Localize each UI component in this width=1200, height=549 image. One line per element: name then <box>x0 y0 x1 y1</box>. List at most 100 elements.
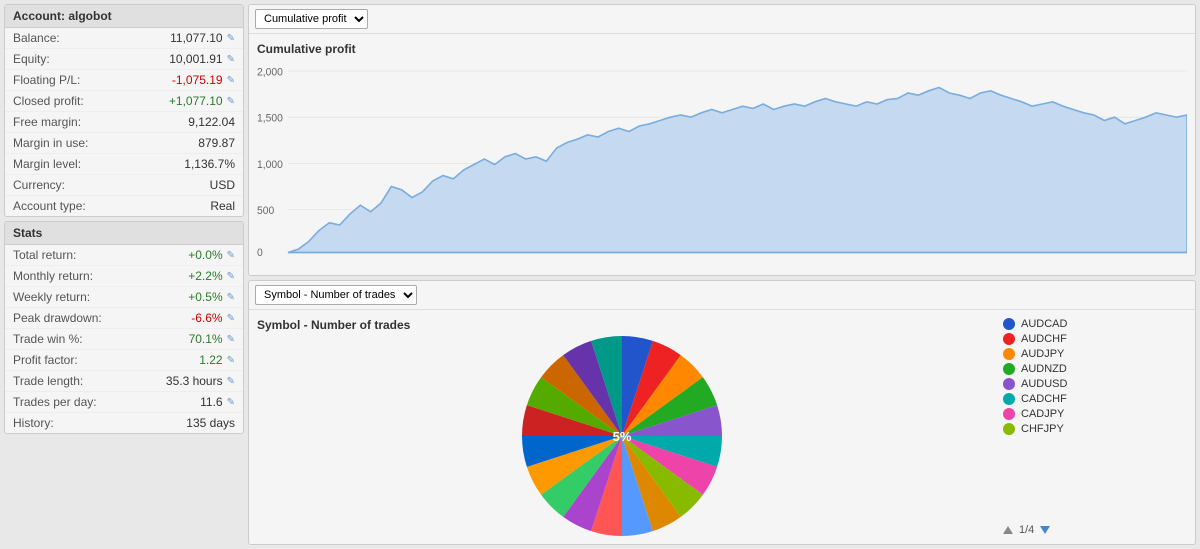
row-label: Total return: <box>13 248 76 262</box>
bottom-chart-content: Symbol - Number of trades <box>249 310 1195 544</box>
row-value: -1,075.19✎ <box>172 73 235 87</box>
row-value: +0.0%✎ <box>188 248 235 262</box>
edit-icon[interactable]: ✎ <box>227 54 235 65</box>
legend-label: CADCHF <box>1021 393 1067 405</box>
svg-text:5%: 5% <box>613 429 632 444</box>
legend-item: CADCHF <box>1003 393 1187 405</box>
row-label: Trades per day: <box>13 395 97 409</box>
row-value: 70.1%✎ <box>189 332 235 346</box>
top-chart-section: Cumulative profitDaily profitMonthly pro… <box>248 4 1196 276</box>
legend-label: AUDJPY <box>1021 348 1064 360</box>
svg-text:1,500: 1,500 <box>257 112 283 124</box>
stats-title: Stats <box>5 222 243 245</box>
top-chart-header: Cumulative profitDaily profitMonthly pro… <box>249 5 1195 34</box>
top-chart-container: Cumulative profit 2,000 1,500 1,000 500 … <box>249 34 1195 275</box>
legend-item: AUDNZD <box>1003 363 1187 375</box>
row-label: Trade length: <box>13 374 83 388</box>
account-row: Currency: USD <box>5 175 243 196</box>
account-panel: Account: algobot Balance: 11,077.10✎ Equit… <box>4 4 244 217</box>
edit-icon[interactable]: ✎ <box>227 292 235 303</box>
svg-text:2,000: 2,000 <box>257 66 283 78</box>
edit-icon[interactable]: ✎ <box>227 33 235 44</box>
row-value: 35.3 hours✎ <box>166 374 235 388</box>
pagination: 1/4 <box>1003 524 1187 536</box>
account-row: Margin level: 1,136.7% <box>5 154 243 175</box>
row-label: Profit factor: <box>13 353 78 367</box>
page-prev-arrow[interactable] <box>1003 526 1013 534</box>
stats-row: Total return: +0.0%✎ <box>5 245 243 266</box>
edit-icon[interactable]: ✎ <box>227 96 235 107</box>
legend-item: AUDCHF <box>1003 333 1187 345</box>
stats-row: Trade length: 35.3 hours✎ <box>5 371 243 392</box>
legend-item: CADJPY <box>1003 408 1187 420</box>
account-row: Margin in use: 879.87 <box>5 133 243 154</box>
row-value: 11,077.10✎ <box>170 31 235 45</box>
pie-chart: 5% <box>522 336 722 536</box>
row-value: -6.6%✎ <box>191 311 235 325</box>
top-chart-title: Cumulative profit <box>257 42 1187 56</box>
stats-row: Peak drawdown: -6.6%✎ <box>5 308 243 329</box>
legend-color <box>1003 393 1015 405</box>
edit-icon[interactable]: ✎ <box>227 271 235 282</box>
row-value: USD <box>210 178 235 192</box>
page-next-arrow[interactable] <box>1040 526 1050 534</box>
legend-color <box>1003 333 1015 345</box>
edit-icon[interactable]: ✎ <box>227 250 235 261</box>
account-row: Free margin: 9,122.04 <box>5 112 243 133</box>
svg-text:1,000: 1,000 <box>257 159 283 171</box>
edit-icon[interactable]: ✎ <box>227 355 235 366</box>
edit-icon[interactable]: ✎ <box>227 334 235 345</box>
account-title: Account: algobot <box>5 5 243 28</box>
legend-label: CHFJPY <box>1021 423 1064 435</box>
legend-color <box>1003 423 1015 435</box>
account-row: Closed profit:+1,077.10✎ <box>5 91 243 112</box>
row-value: 1.22✎ <box>199 353 235 367</box>
legend-item: AUDJPY <box>1003 348 1187 360</box>
row-value: 10,001.91✎ <box>169 52 235 66</box>
row-value: 879.87 <box>198 136 235 150</box>
stats-panel: Stats Total return: +0.0%✎ Monthly return:… <box>4 221 244 434</box>
top-chart-dropdown[interactable]: Cumulative profitDaily profitMonthly pro… <box>255 9 368 29</box>
row-value: +1,077.10✎ <box>169 94 235 108</box>
stats-row: Monthly return:+2.2%✎ <box>5 266 243 287</box>
row-value: Real <box>210 199 235 213</box>
svg-text:0: 0 <box>257 247 263 259</box>
stats-row: Trade win %: 70.1%✎ <box>5 329 243 350</box>
edit-icon[interactable]: ✎ <box>227 75 235 86</box>
legend-color <box>1003 408 1015 420</box>
bottom-chart-header: Symbol - Number of tradesSymbol - Profit… <box>249 281 1195 310</box>
edit-icon[interactable]: ✎ <box>227 376 235 387</box>
legend-label: AUDNZD <box>1021 363 1067 375</box>
legend-label: CADJPY <box>1021 408 1064 420</box>
cumulative-chart: 2,000 1,500 1,000 500 0 <box>257 60 1187 269</box>
row-label: Margin in use: <box>13 136 88 150</box>
legend-label: AUDCHF <box>1021 333 1067 345</box>
row-label: Margin level: <box>13 157 81 171</box>
bottom-chart-dropdown[interactable]: Symbol - Number of tradesSymbol - Profit… <box>255 285 417 305</box>
legend-label: AUDCAD <box>1021 318 1067 330</box>
stats-row: Trades per day: 11.6✎ <box>5 392 243 413</box>
row-value: 11.6✎ <box>200 395 235 409</box>
row-value: 9,122.04 <box>188 115 235 129</box>
account-row: Account type: Real <box>5 196 243 216</box>
row-label: Weekly return: <box>13 290 90 304</box>
account-row: Equity:10,001.91✎ <box>5 49 243 70</box>
row-label: Free margin: <box>13 115 81 129</box>
account-row: Balance: 11,077.10✎ <box>5 28 243 49</box>
stats-row: Weekly return:+0.5%✎ <box>5 287 243 308</box>
row-label: Trade win %: <box>13 332 83 346</box>
legend-item: CHFJPY <box>1003 423 1187 435</box>
edit-icon[interactable]: ✎ <box>227 397 235 408</box>
row-value: 1,136.7% <box>184 157 235 171</box>
row-label: Account type: <box>13 199 86 213</box>
row-label: Floating P/L: <box>13 73 80 87</box>
row-label: Currency: <box>13 178 65 192</box>
edit-icon[interactable]: ✎ <box>227 313 235 324</box>
account-row: Floating P/L: -1,075.19✎ <box>5 70 243 91</box>
page-number: 1/4 <box>1019 524 1034 536</box>
row-label: Peak drawdown: <box>13 311 102 325</box>
legend-color <box>1003 378 1015 390</box>
stats-row: Profit factor: 1.22✎ <box>5 350 243 371</box>
row-label: Balance: <box>13 31 60 45</box>
bottom-chart-title: Symbol - Number of trades <box>257 318 987 332</box>
